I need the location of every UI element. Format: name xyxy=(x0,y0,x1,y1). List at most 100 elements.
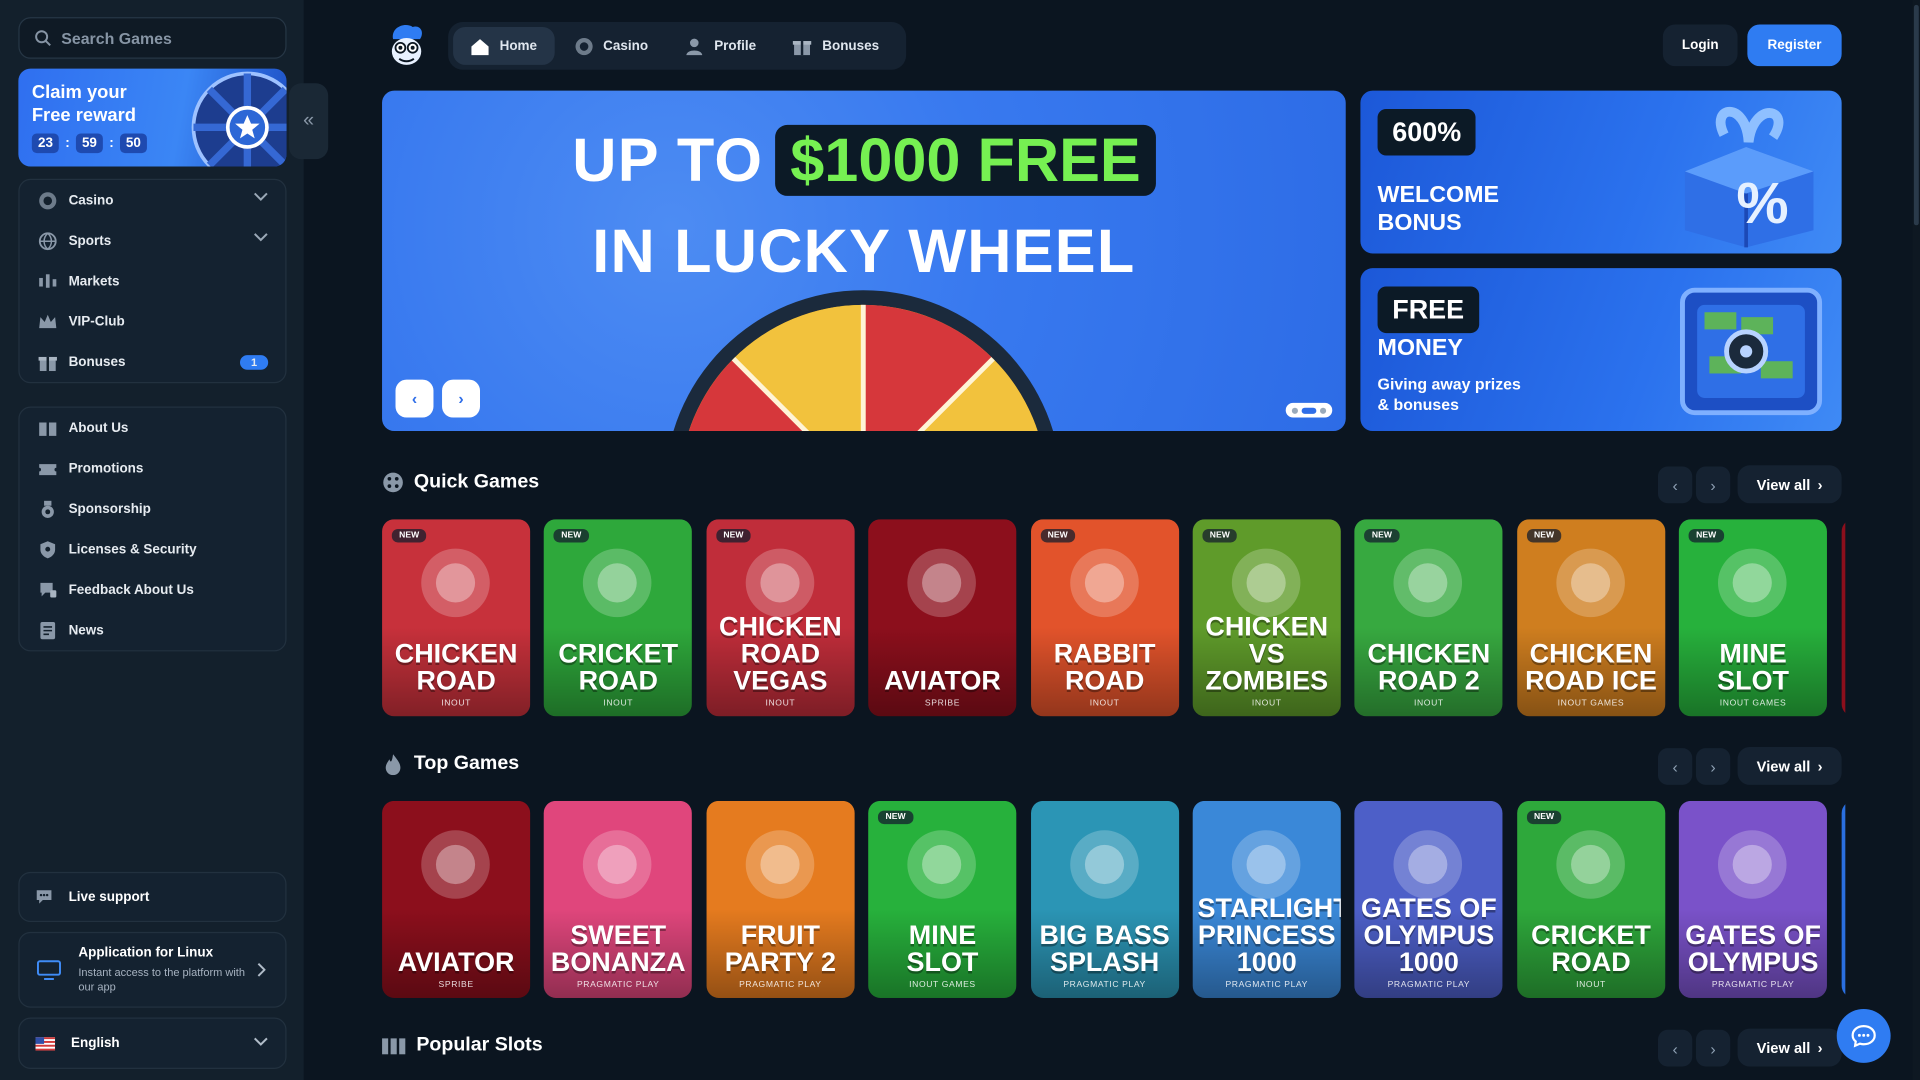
nav-profile[interactable]: Profile xyxy=(668,27,774,65)
game-title: CHICKEN ROAD xyxy=(394,637,518,696)
search-icon xyxy=(35,30,51,46)
quick-games-heading: Quick Games xyxy=(382,471,539,493)
new-badge: NEW xyxy=(391,528,427,543)
new-badge: NEW xyxy=(878,810,913,825)
hero-headline: UP TO $1000 FREE xyxy=(382,124,1346,196)
nav-casino[interactable]: Casino xyxy=(557,27,666,65)
game-card[interactable]: GATES OF OLYMPUS 1000 PRAGMATIC PLAY xyxy=(1354,800,1503,998)
sidebar-item-bonuses[interactable]: Bonuses 1 xyxy=(20,342,286,382)
timer-hours: 23 xyxy=(31,133,60,154)
nav-bonuses[interactable]: Bonuses xyxy=(776,27,897,65)
register-button[interactable]: Register xyxy=(1747,24,1842,67)
gift-icon xyxy=(37,351,58,372)
carousel-dot[interactable] xyxy=(1291,407,1298,414)
quick-games-next[interactable]: › xyxy=(1695,466,1731,504)
game-art xyxy=(1069,830,1139,899)
game-card[interactable]: AVIATOR SPRIBE xyxy=(382,800,531,998)
game-card[interactable]: GATES OF OLYMPUS PRAGMATIC PLAY xyxy=(1679,800,1828,998)
nav-label: Home xyxy=(499,38,538,54)
sidebar-item-casino[interactable]: Casino xyxy=(20,180,286,220)
game-card[interactable]: NEW CHICKEN ROAD ICE INOUT GAMES xyxy=(1516,519,1666,717)
sidebar-item-sports[interactable]: Sports xyxy=(20,220,286,260)
game-title: SWEET BONANZA xyxy=(550,919,686,978)
site-logo[interactable] xyxy=(383,22,430,69)
carousel-dots[interactable] xyxy=(1285,402,1333,418)
scrollbar-thumb[interactable] xyxy=(1913,4,1919,226)
section-title: Quick Games xyxy=(413,471,540,493)
game-card[interactable]: BIG BASS SPLASH PRAGMATIC PLAY xyxy=(1030,800,1179,998)
user-icon xyxy=(686,37,703,55)
game-card-peek[interactable] xyxy=(1841,519,1846,717)
sidebar-item-about-us[interactable]: About Us xyxy=(20,408,286,448)
game-card[interactable]: NEW CHICKEN VS ZOMBIES INOUT xyxy=(1192,519,1341,717)
language-selector[interactable]: English xyxy=(18,1017,287,1069)
game-art xyxy=(1718,830,1787,899)
crown-icon xyxy=(37,311,58,332)
sidebar-item-news[interactable]: News xyxy=(20,610,286,650)
chat-bubble-icon xyxy=(1851,1025,1876,1048)
game-card[interactable]: NEW CRICKET ROAD INOUT xyxy=(544,519,693,717)
sidebar-item-label: About Us xyxy=(68,420,129,436)
game-card[interactable]: NEW RABBIT ROAD INOUT xyxy=(1030,519,1179,717)
language-label: English xyxy=(71,1035,120,1051)
quick-games-prev[interactable]: ‹ xyxy=(1657,466,1693,504)
live-support-button[interactable]: Live support xyxy=(18,871,287,923)
sidebar-item-label: News xyxy=(68,622,104,638)
game-card[interactable]: NEW CRICKET ROAD INOUT xyxy=(1516,800,1666,998)
game-card[interactable]: NEW MINE SLOT INOUT GAMES xyxy=(868,800,1017,998)
chat-button[interactable] xyxy=(1836,1008,1891,1063)
welcome-bonus-banner[interactable]: 600% WELCOME BONUS % xyxy=(1360,90,1842,254)
newspaper-icon xyxy=(37,620,58,641)
view-all-label: View all xyxy=(1756,475,1811,493)
page-scrollbar[interactable] xyxy=(1912,0,1920,1080)
search-box[interactable]: Search Games xyxy=(18,17,287,59)
hero-next-button[interactable]: › xyxy=(442,379,481,418)
carousel-dot-active[interactable] xyxy=(1301,407,1317,414)
game-art xyxy=(745,830,815,899)
popular-slots-prev[interactable]: ‹ xyxy=(1657,1029,1693,1067)
sidebar-item-markets[interactable]: Markets xyxy=(20,261,286,301)
game-art xyxy=(421,830,490,899)
free-money-banner[interactable]: FREE MONEY Giving away prizes & bonuses xyxy=(1360,268,1842,432)
nav-home[interactable]: Home xyxy=(453,26,555,65)
game-art xyxy=(421,548,490,618)
top-games-prev[interactable]: ‹ xyxy=(1657,748,1693,785)
game-provider: INOUT xyxy=(765,699,796,708)
sidebar-item-promotions[interactable]: Promotions xyxy=(20,448,286,488)
game-card[interactable]: FRUIT PARTY 2 PRAGMATIC PLAY xyxy=(706,800,855,998)
monitor-icon xyxy=(36,960,61,980)
ticket-icon xyxy=(37,458,58,479)
game-title: AVIATOR xyxy=(397,946,515,978)
game-card-peek[interactable] xyxy=(1841,800,1846,998)
collapse-sidebar-button[interactable]: « xyxy=(288,83,329,160)
linux-app-card[interactable]: Application for Linux Instant access to … xyxy=(18,931,287,1008)
game-provider: PRAGMATIC PLAY xyxy=(1225,980,1309,990)
popular-slots-view-all[interactable]: View all › xyxy=(1737,1028,1842,1067)
quick-games-view-all[interactable]: View all › xyxy=(1737,465,1842,504)
sidebar-item-vip-club[interactable]: VIP-Club xyxy=(20,301,286,341)
carousel-dot[interactable] xyxy=(1320,407,1327,414)
sidebar-item-sponsorship[interactable]: Sponsorship xyxy=(20,489,286,529)
game-provider: INOUT xyxy=(1413,699,1444,708)
chevron-right-icon: › xyxy=(1710,1038,1716,1058)
game-card[interactable]: NEW CHICKEN ROAD 2 INOUT xyxy=(1354,519,1503,717)
sidebar: Search Games Claim your Free reward 23 :… xyxy=(0,0,304,1080)
login-button[interactable]: Login xyxy=(1662,24,1738,67)
game-card[interactable]: AVIATOR SPRIBE xyxy=(868,519,1017,717)
game-title: CHICKEN ROAD VEGAS xyxy=(718,611,842,696)
popular-slots-next[interactable]: › xyxy=(1695,1029,1731,1067)
game-card[interactable]: SWEET BONANZA PRAGMATIC PLAY xyxy=(544,800,693,998)
game-card[interactable]: NEW MINE SLOT INOUT GAMES xyxy=(1679,519,1828,717)
game-provider: INOUT GAMES xyxy=(1557,699,1625,708)
game-card[interactable]: NEW CHICKEN ROAD INOUT xyxy=(382,519,531,717)
hero-prev-button[interactable]: ‹ xyxy=(395,379,434,418)
game-card[interactable]: STARLIGHT PRINCESS 1000 PRAGMATIC PLAY xyxy=(1192,800,1341,998)
sidebar-item-feedback[interactable]: Feedback About Us xyxy=(20,569,286,609)
hero-banner[interactable]: UP TO $1000 FREE IN LUCKY WHEEL ‹ › xyxy=(382,90,1346,432)
claim-reward-banner[interactable]: Claim your Free reward 23 : 59 : 50 xyxy=(18,68,287,167)
search-input[interactable]: Search Games xyxy=(61,29,172,47)
sidebar-item-licenses[interactable]: Licenses & Security xyxy=(20,529,286,569)
top-games-view-all[interactable]: View all › xyxy=(1737,746,1842,785)
top-games-next[interactable]: › xyxy=(1695,748,1731,785)
game-card[interactable]: NEW CHICKEN ROAD VEGAS INOUT xyxy=(706,519,855,717)
